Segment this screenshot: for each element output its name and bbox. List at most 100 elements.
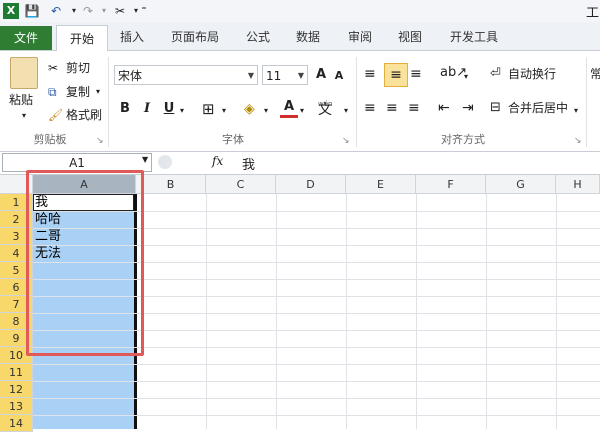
borders-icon[interactable]: ⊞ [202,100,215,118]
fill-color-icon[interactable]: ◈ [244,100,255,118]
row-header-13[interactable]: 13 [0,398,33,415]
gridline [33,398,600,399]
column-header-e[interactable]: E [346,175,416,194]
undo-icon[interactable]: ↶ [48,3,64,19]
grow-font-button[interactable]: A [312,65,330,85]
group-divider [356,57,357,147]
gridline [33,364,600,365]
copy-dropdown-icon[interactable]: ▾ [96,83,100,101]
phonetic-icon[interactable]: 文 [318,101,332,119]
redo-dropdown-icon[interactable]: ▾ [96,3,112,19]
formula-input[interactable]: 我 [242,154,255,173]
gridline [206,194,207,429]
align-top-icon[interactable]: ≡ [364,65,376,83]
tab-home[interactable]: 开始 [56,25,108,52]
fill-color-dropdown-icon[interactable]: ▾ [264,102,268,120]
clipboard-group-label: 剪贴板 [33,133,67,146]
gridline [486,194,487,429]
format-painter-icon[interactable]: 🖌 [48,106,63,124]
cut-button[interactable]: 剪切 [66,59,90,77]
phonetic-dropdown-icon[interactable]: ▾ [344,102,348,120]
font-name-value: 宋体 [118,69,143,83]
alignment-launcher-icon[interactable]: ↘ [574,132,582,150]
paste-icon[interactable] [10,57,38,89]
column-header-b[interactable]: B [136,175,206,194]
underline-dropdown-icon[interactable]: ▾ [180,102,184,120]
underline-button[interactable]: U [160,99,178,119]
format-painter-button[interactable]: 格式刷 [66,106,102,124]
wrap-text-icon[interactable]: ⏎ [490,65,501,83]
font-size-value: 11 [266,69,282,83]
font-name-select[interactable]: 宋体 ▼ [114,65,258,85]
window-title: 工 [586,6,600,21]
copy-button[interactable]: 复制 [66,83,90,101]
gridline [33,381,600,382]
font-group-label: 字体 [222,133,244,146]
increase-indent-icon[interactable]: ⇥ [462,99,474,117]
borders-dropdown-icon[interactable]: ▾ [222,102,226,120]
gridline [556,194,557,429]
font-color-dropdown-icon[interactable]: ▾ [300,102,304,120]
font-size-select[interactable]: 11 ▼ [262,65,308,85]
merge-dropdown-icon[interactable]: ▾ [574,102,578,120]
column-header-h[interactable]: H [556,175,600,194]
column-header-f[interactable]: F [416,175,486,194]
gridline [416,194,417,429]
title-bar: X 💾 ↶ ▾ ↷ ▾ ✂ ▾ ⁼ 工 [0,0,600,23]
column-header-c[interactable]: C [206,175,276,194]
column-header-g[interactable]: G [486,175,556,194]
align-middle-icon[interactable]: ≡ [384,63,408,87]
name-box-dropdown-icon[interactable]: ▼ [142,155,148,164]
copy-icon[interactable]: ⧉ [48,83,57,101]
wrap-text-button[interactable]: 自动换行 [508,65,556,83]
paste-button[interactable]: 粘贴 [9,91,33,109]
gridline [346,194,347,429]
name-box-value: A1 [69,156,85,170]
merge-center-button[interactable]: 合并后居中 [508,99,568,117]
decrease-indent-icon[interactable]: ⇤ [438,99,450,117]
tab-formulas[interactable]: 公式 [240,26,276,48]
align-center-icon[interactable]: ≡ [386,99,398,117]
customize-qat-icon[interactable]: ⁼ [136,3,152,19]
gridline [276,194,277,429]
paste-dropdown-icon[interactable]: ▾ [22,107,26,125]
tab-view[interactable]: 视图 [392,26,428,48]
merge-center-icon[interactable]: ⊟ [490,99,501,117]
bold-button[interactable]: B [116,99,134,119]
number-format-partial[interactable]: 常 [590,65,600,83]
save-icon[interactable]: 💾 [24,3,40,19]
excel-logo-icon: X [3,3,19,19]
redo-icon[interactable]: ↷ [80,3,96,19]
shrink-font-button[interactable]: A [330,66,348,86]
ribbon: 粘贴 ▾ ✂ 剪切 ⧉ 复制 ▾ 🖌 格式刷 剪贴板 ↘ 宋体 ▼ 11 ▼ A… [0,51,600,152]
italic-button[interactable]: I [138,99,156,119]
alignment-group-label: 对齐方式 [441,133,485,146]
row-header-14[interactable]: 14 [0,415,33,432]
tab-page-layout[interactable]: 页面布局 [164,26,226,48]
chevron-down-icon: ▼ [247,71,254,80]
group-divider [108,57,109,147]
row-header-11[interactable]: 11 [0,364,33,381]
tab-developer[interactable]: 开发工具 [444,26,504,48]
align-right-icon[interactable]: ≡ [408,99,420,117]
chevron-down-icon: ▼ [297,71,304,80]
font-launcher-icon[interactable]: ↘ [342,132,350,150]
align-bottom-icon[interactable]: ≡ [410,65,422,83]
tab-file[interactable]: 文件 [0,26,52,50]
row-header-12[interactable]: 12 [0,381,33,398]
tools-icon[interactable]: ✂ [112,3,128,19]
align-left-icon[interactable]: ≡ [364,99,376,117]
formula-bar-toggle-icon[interactable] [158,155,172,169]
tab-review[interactable]: 审阅 [342,26,378,48]
gridline [33,415,600,416]
group-divider [586,57,587,147]
clipboard-launcher-icon[interactable]: ↘ [96,132,104,150]
tab-data[interactable]: 数据 [290,26,326,48]
cut-icon[interactable]: ✂ [48,59,58,77]
insert-function-button[interactable]: fx [212,154,223,168]
column-header-d[interactable]: D [276,175,346,194]
font-color-button[interactable]: A [280,97,298,118]
orientation-dropdown-icon[interactable]: ▾ [464,68,468,86]
highlight-box [26,170,144,356]
tab-insert[interactable]: 插入 [114,26,150,48]
